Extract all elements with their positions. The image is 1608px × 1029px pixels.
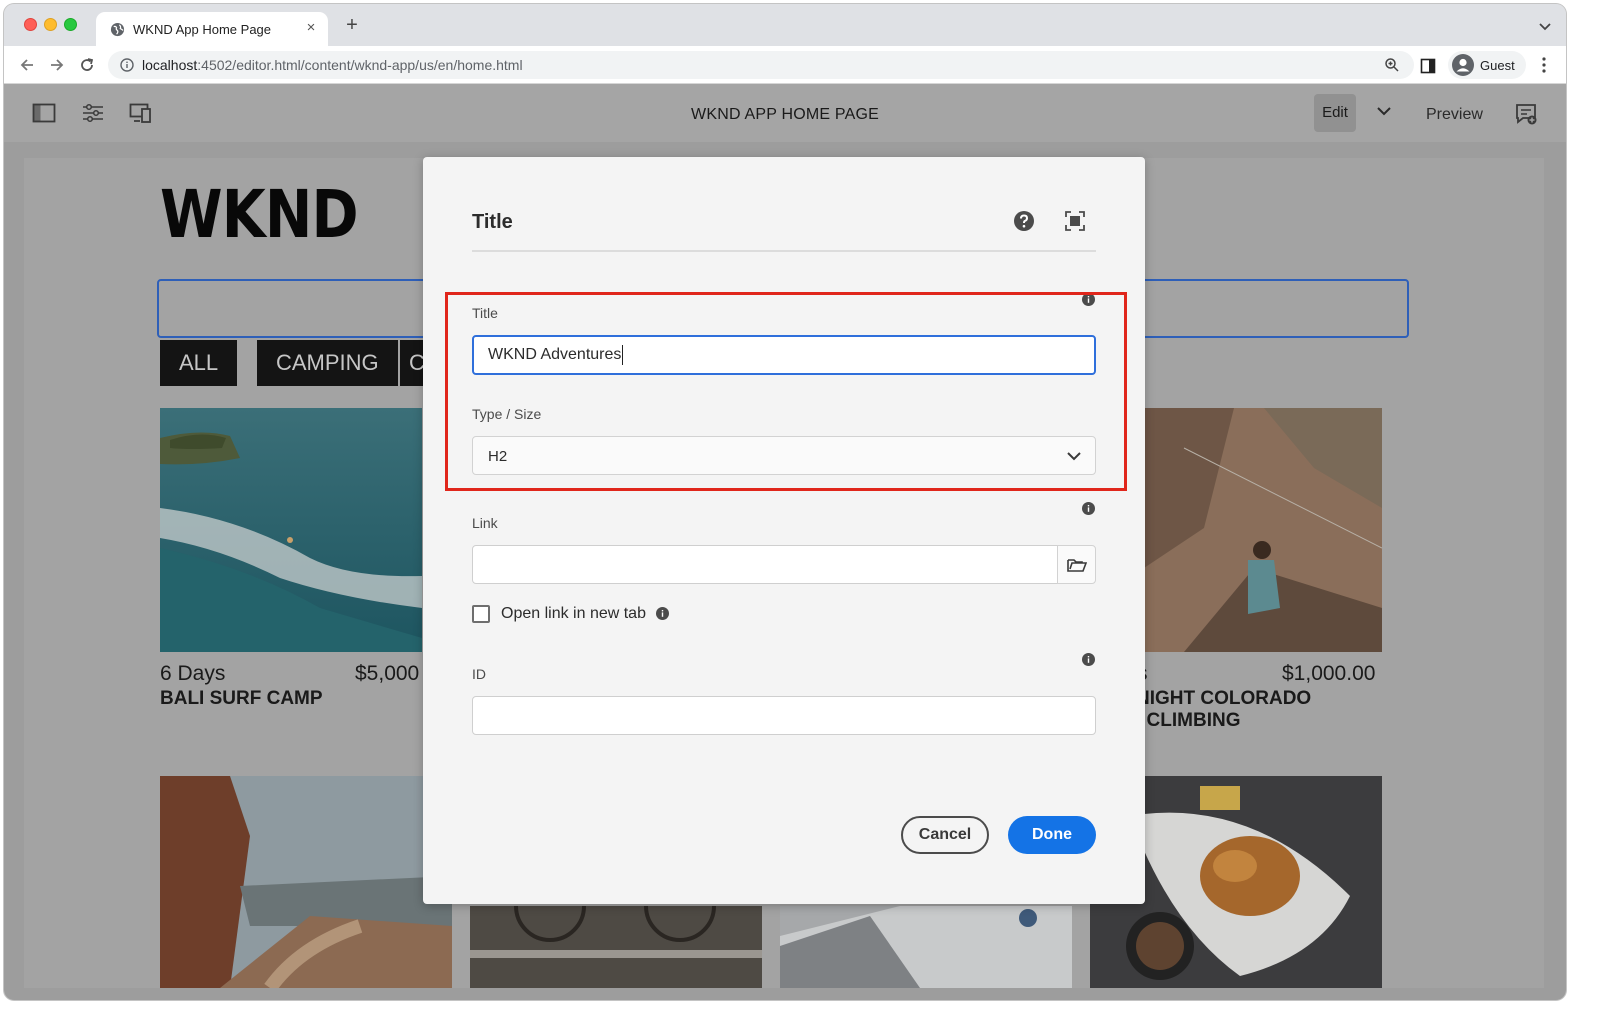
card-price: $5,000	[355, 662, 420, 685]
road-photo	[470, 906, 762, 988]
filter-cycling-button[interactable]: C	[400, 340, 424, 386]
bali-surf-image[interactable]	[160, 408, 422, 652]
tab-title: WKND App Home Page	[133, 22, 272, 37]
title-field-label: Title	[472, 305, 498, 321]
browser-tab[interactable]: WKND App Home Page ×	[96, 12, 328, 46]
browse-link-button[interactable]	[1057, 545, 1096, 584]
title-dialog: Title Title WKND Adventures Type / Size …	[423, 157, 1145, 904]
title-input-value: WKND Adventures	[488, 346, 622, 363]
fullscreen-icon[interactable]	[1065, 211, 1085, 231]
url-path: :4502/editor.html/content/wknd-app/us/en…	[197, 57, 523, 73]
filter-camping-button[interactable]: CAMPING	[257, 340, 398, 386]
site-info-icon[interactable]	[120, 58, 134, 72]
forward-arrow-icon[interactable]	[48, 56, 66, 74]
climbing-photo	[1144, 408, 1382, 652]
tab-close-icon[interactable]: ×	[302, 19, 320, 37]
title-info-icon[interactable]	[1082, 293, 1095, 306]
minimize-window-button[interactable]	[44, 18, 57, 31]
link-input[interactable]	[472, 545, 1058, 584]
canyon-bike-image[interactable]	[160, 776, 452, 988]
url-text: localhost:4502/editor.html/content/wknd-…	[142, 57, 523, 73]
surf-photo	[160, 408, 422, 652]
close-window-button[interactable]	[24, 18, 37, 31]
side-panel-icon[interactable]	[1420, 58, 1436, 74]
zoom-icon[interactable]	[1384, 57, 1400, 73]
cancel-button[interactable]: Cancel	[901, 816, 989, 854]
site-logo: WKND	[160, 176, 359, 253]
chevron-down-icon[interactable]	[1376, 104, 1392, 118]
card-price: $1,000.00	[1282, 662, 1376, 685]
card-duration: 6 Days	[160, 662, 226, 685]
open-new-tab-checkbox[interactable]	[472, 605, 490, 623]
maximize-window-button[interactable]	[64, 18, 77, 31]
new-tab-button[interactable]: +	[342, 15, 362, 36]
editor-toolbar: WKND APP HOME PAGE Edit Preview	[4, 84, 1566, 142]
id-input[interactable]	[472, 696, 1096, 735]
avatar-icon	[1452, 54, 1474, 76]
snow-photo	[780, 906, 1072, 988]
title-input[interactable]: WKND Adventures	[472, 335, 1096, 375]
tab-search-chevron-icon[interactable]	[1538, 20, 1552, 34]
canyon-photo	[160, 776, 452, 988]
tab-bar: WKND App Home Page × +	[4, 4, 1566, 46]
globe-icon	[110, 22, 125, 37]
profile-label: Guest	[1480, 58, 1515, 73]
type-size-select[interactable]: H2	[472, 436, 1096, 475]
type-size-label: Type / Size	[472, 406, 542, 422]
annotate-icon[interactable]	[1514, 102, 1538, 126]
done-button[interactable]: Done	[1008, 816, 1096, 854]
reload-icon[interactable]	[78, 56, 96, 74]
url-host: localhost	[142, 57, 198, 73]
browser-window: WKND App Home Page × + localhost:4502/ed…	[4, 4, 1566, 1000]
preview-button[interactable]: Preview	[1426, 106, 1483, 124]
chevron-down-icon	[1067, 452, 1081, 461]
filter-all-button[interactable]: ALL	[160, 340, 238, 386]
profile-button[interactable]: Guest	[1448, 51, 1526, 79]
id-field-label: ID	[472, 666, 486, 682]
skiing-image[interactable]	[780, 906, 1072, 988]
help-icon[interactable]	[1013, 210, 1035, 232]
dialog-title: Title	[472, 211, 513, 233]
new-tab-info-icon[interactable]	[656, 607, 669, 620]
link-info-icon[interactable]	[1082, 502, 1095, 515]
card-title-line-2[interactable]: . CLIMBING	[1136, 710, 1241, 731]
colorado-climbing-image[interactable]	[1144, 408, 1382, 652]
id-info-icon[interactable]	[1082, 653, 1095, 666]
link-field-label: Link	[472, 515, 498, 531]
url-field[interactable]: localhost:4502/editor.html/content/wknd-…	[108, 51, 1414, 79]
address-bar: localhost:4502/editor.html/content/wknd-…	[4, 46, 1566, 84]
cycling-image[interactable]	[470, 906, 762, 988]
browser-menu-icon[interactable]	[1536, 56, 1552, 74]
edit-mode-button[interactable]: Edit	[1314, 94, 1356, 132]
card-title[interactable]: NIGHT COLORADO	[1136, 688, 1311, 709]
folder-icon	[1067, 559, 1087, 572]
dialog-divider	[472, 250, 1096, 252]
back-arrow-icon[interactable]	[18, 56, 36, 74]
open-new-tab-label[interactable]: Open link in new tab	[501, 605, 646, 623]
type-size-value: H2	[488, 448, 508, 465]
text-caret	[622, 344, 624, 365]
card-title[interactable]: BALI SURF CAMP	[160, 688, 323, 709]
